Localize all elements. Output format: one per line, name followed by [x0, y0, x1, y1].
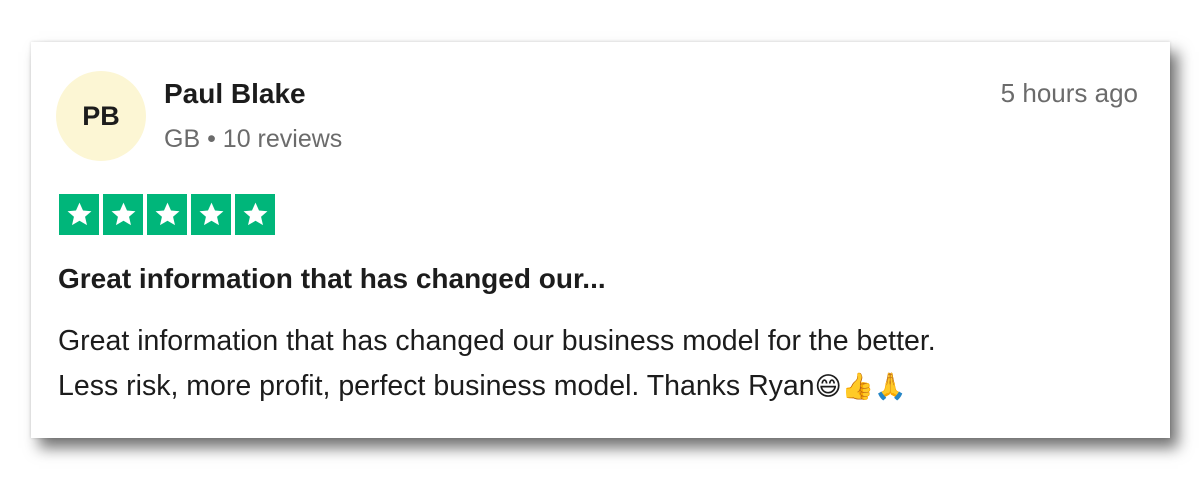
- star-icon: [191, 194, 231, 235]
- star-rating: [59, 194, 275, 235]
- star-icon: [235, 194, 275, 235]
- reviewer-meta: GB • 10 reviews: [164, 125, 342, 154]
- reviewer-name[interactable]: Paul Blake: [164, 78, 306, 110]
- review-text-line: Less risk, more profit, perfect business…: [58, 364, 1148, 409]
- star-icon: [147, 194, 187, 235]
- review-timestamp: 5 hours ago: [1000, 78, 1138, 108]
- reviewer-country: GB: [164, 125, 201, 153]
- review-text: Less risk, more profit, perfect business…: [58, 370, 815, 402]
- emoji-icons: 😄👍🙏: [814, 371, 907, 401]
- review-title[interactable]: Great information that has changed our..…: [58, 263, 606, 295]
- meta-separator: •: [207, 125, 216, 153]
- review-body: Great information that has changed our b…: [58, 319, 1148, 409]
- avatar[interactable]: PB: [56, 71, 146, 161]
- star-icon: [103, 194, 143, 235]
- review-card: PB Paul Blake GB • 10 reviews 5 hours ag…: [31, 42, 1170, 438]
- star-icon: [59, 194, 99, 235]
- review-text-line: Great information that has changed our b…: [58, 325, 936, 357]
- review-count[interactable]: 10 reviews: [223, 125, 343, 153]
